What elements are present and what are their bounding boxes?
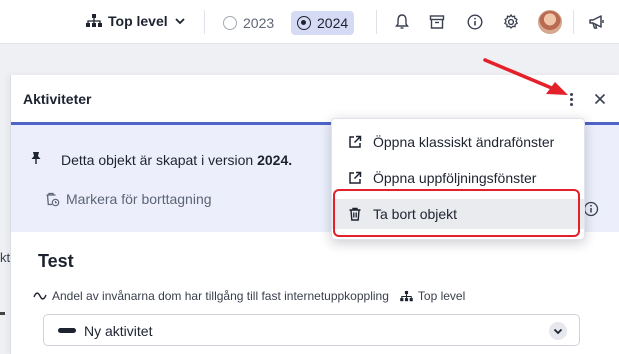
- version-info-text: Detta objekt är skapat i version 2024.: [61, 152, 292, 168]
- meta-text: Andel av invånarna dom har tillgång till…: [52, 289, 389, 303]
- menu-item-open-classic-edit[interactable]: Öppna klassiskt ändrafönster: [332, 127, 584, 157]
- mark-for-deletion-label: Markera för borttagning: [66, 191, 212, 207]
- info-icon[interactable]: [583, 201, 599, 217]
- year-option-2023[interactable]: 2023: [217, 11, 280, 35]
- external-link-icon: [349, 171, 362, 184]
- hierarchy-icon: [86, 14, 102, 27]
- meta-level: Top level: [417, 289, 466, 303]
- bell-icon[interactable]: [393, 13, 411, 31]
- trash-clock-icon: [46, 192, 60, 207]
- level-label: Top level: [108, 13, 168, 29]
- archive-icon[interactable]: [428, 13, 446, 31]
- chevron-glyph: [553, 328, 563, 335]
- year-label: 2024: [317, 15, 349, 31]
- divider: [204, 10, 205, 34]
- radio-2023[interactable]: [223, 16, 237, 30]
- background-partial-text: kt: [0, 250, 11, 265]
- info-icon[interactable]: [466, 13, 484, 31]
- pin-icon: [31, 152, 41, 164]
- item-title: Test: [38, 251, 74, 271]
- chevron-down-icon[interactable]: [549, 322, 567, 340]
- version-number: 2024.: [257, 152, 293, 168]
- status-select[interactable]: Ny aktivitet: [43, 314, 580, 346]
- gear-icon[interactable]: [502, 13, 520, 31]
- highlight-box: [333, 189, 580, 237]
- divider: [573, 10, 574, 34]
- close-icon[interactable]: [591, 90, 609, 108]
- radio-2024[interactable]: [297, 16, 311, 30]
- megaphone-icon[interactable]: [587, 12, 607, 32]
- avatar[interactable]: [538, 10, 562, 34]
- dot: [569, 102, 573, 106]
- hierarchy-icon: [400, 290, 413, 301]
- version-info-prefix: Detta objekt är skapat i version: [61, 152, 254, 168]
- external-link-icon: [349, 135, 362, 148]
- top-bar: Top level 2023 2024: [0, 0, 619, 44]
- mark-for-deletion-button[interactable]: Markera för borttagning: [44, 191, 212, 207]
- status-indicator: [58, 328, 76, 333]
- trend-icon: [33, 292, 47, 300]
- year-option-2024[interactable]: 2024: [291, 11, 355, 35]
- item-meta: Andel av invånarna dom har tillgång till…: [33, 289, 465, 303]
- panel-title: Aktiviteter: [23, 91, 92, 107]
- status-value: Ny aktivitet: [84, 323, 153, 339]
- menu-item-label: Öppna klassiskt ändrafönster: [373, 134, 555, 150]
- divider: [376, 10, 377, 34]
- year-label: 2023: [243, 15, 275, 31]
- level-selector[interactable]: Top level: [86, 13, 186, 29]
- annotation-arrow: [483, 58, 568, 95]
- menu-item-label: Öppna uppföljningsfönster: [373, 170, 537, 186]
- background-dash: [0, 312, 5, 315]
- chevron-down-icon: [175, 18, 185, 25]
